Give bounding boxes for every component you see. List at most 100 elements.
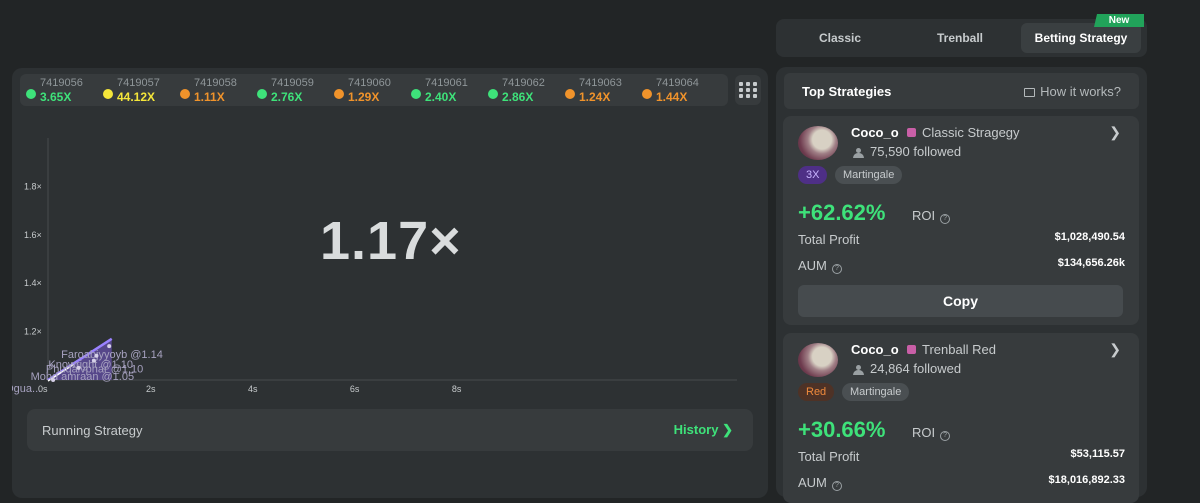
avatar	[798, 343, 838, 377]
followers-label: 24,864 followed	[870, 361, 962, 376]
round-id: 7419062	[502, 77, 545, 89]
tab-classic[interactable]: Classic	[780, 23, 900, 53]
top-strategies-title: Top Strategies	[802, 84, 892, 99]
current-multiplier: 1.17×	[320, 211, 462, 271]
y-tick-label: 1.2×	[24, 327, 42, 337]
status-dot-icon	[334, 89, 344, 99]
strategy-type-label: Trenball Red	[922, 342, 996, 357]
aum-label-text: AUM	[798, 258, 827, 273]
strategy-type: Classic Stragegy	[907, 125, 1020, 140]
followers-count: 24,864 followed	[853, 361, 961, 376]
status-dot-icon	[26, 89, 36, 99]
x-tick-label: 8s	[452, 384, 462, 394]
strategy-panel: Top Strategies How it works? Coco_o Clas…	[776, 67, 1147, 503]
help-icon[interactable]: ?	[940, 214, 951, 224]
total-profit-value: $1,028,490.54	[1054, 231, 1125, 243]
cashout-point	[51, 378, 56, 382]
status-dot-icon	[257, 89, 267, 99]
strategy-username: Coco_o	[851, 342, 899, 357]
aum-value: $134,656.26k	[1057, 257, 1125, 269]
round-id: 7419061	[425, 77, 468, 89]
help-icon[interactable]: ?	[940, 431, 951, 441]
new-badge: New	[1094, 14, 1144, 27]
strategy-card[interactable]: Coco_o Trenball Red ❯ 24,864 followed Re…	[783, 333, 1139, 503]
round-multiplier: 2.86X	[502, 90, 534, 104]
game-panel: 7419056 3.65X 7419057 44.12X 7419058 1.11X 741…	[12, 68, 768, 498]
y-tick-label: 1.8×	[24, 181, 42, 191]
cube-icon	[907, 345, 916, 354]
running-strategy-bar: Running Strategy History ❯	[27, 409, 753, 451]
x-tick-label: 2s	[146, 384, 156, 394]
help-icon[interactable]: ?	[831, 481, 842, 491]
chevron-right-icon[interactable]: ❯	[1109, 341, 1121, 358]
x-tick-label: 4s	[248, 384, 258, 394]
total-profit-value: $53,115.57	[1070, 448, 1125, 460]
how-it-works-link[interactable]: How it works?	[1024, 84, 1121, 99]
running-strategy-label: Running Strategy	[42, 423, 143, 438]
users-icon	[853, 148, 865, 158]
followers-label: 75,590 followed	[870, 144, 962, 159]
status-dot-icon	[642, 89, 652, 99]
round-id: 7419063	[579, 77, 622, 89]
x-tick-label: 6s	[350, 384, 360, 394]
cashout-label: Ogua...	[12, 383, 41, 395]
chevron-right-icon: ❯	[722, 422, 733, 437]
roi-value: +62.62%	[798, 200, 886, 225]
game-mode-tabs: Classic Trenball Betting Strategy	[776, 19, 1147, 57]
status-dot-icon	[411, 89, 421, 99]
tab-trenball[interactable]: Trenball	[900, 23, 1020, 53]
status-dot-icon	[180, 89, 190, 99]
round-multiplier: 2.40X	[425, 90, 457, 104]
aum-label: AUM?	[798, 258, 842, 274]
cashout-point	[94, 353, 99, 358]
strategy-tag: Martingale	[835, 166, 903, 184]
strategy-card[interactable]: Coco_o Classic Stragegy ❯ 75,590 followe…	[783, 116, 1139, 325]
y-tick-label: 1.6×	[24, 230, 42, 240]
round-multiplier: 1.29X	[348, 90, 380, 104]
strategy-type: Trenball Red	[907, 342, 996, 357]
followers-count: 75,590 followed	[853, 144, 961, 159]
status-dot-icon	[488, 89, 498, 99]
roi-label-text: ROI	[912, 425, 936, 440]
avatar	[798, 126, 838, 160]
tab-betting-strategy[interactable]: Betting Strategy	[1021, 23, 1141, 53]
roi-label: ROI?	[912, 425, 951, 441]
cashout-point	[76, 365, 81, 370]
top-strategies-header: Top Strategies How it works?	[784, 73, 1139, 109]
round-id: 7419056	[40, 77, 83, 89]
history-grid-button[interactable]	[735, 75, 761, 105]
total-profit-label: Total Profit	[798, 232, 860, 247]
users-icon	[853, 365, 865, 375]
help-icon[interactable]: ?	[831, 264, 842, 274]
how-it-works-label: How it works?	[1040, 84, 1121, 99]
round-multiplier: 2.76X	[271, 90, 303, 104]
round-multiplier: 1.24X	[579, 90, 611, 104]
aum-label: AUM?	[798, 475, 842, 491]
cashout-point	[107, 344, 112, 349]
round-multiplier: 3.65X	[40, 90, 72, 104]
book-icon	[1024, 88, 1036, 97]
strategy-type-label: Classic Stragegy	[922, 125, 1020, 140]
roi-label-text: ROI	[912, 208, 936, 223]
round-id: 7419060	[348, 77, 391, 89]
cashout-label: Mohd amraan @1.05	[31, 371, 135, 383]
strategy-tag: Red	[798, 383, 835, 401]
chevron-right-icon[interactable]: ❯	[1109, 124, 1121, 141]
y-tick-label: 1.4×	[24, 278, 42, 288]
strategy-username: Coco_o	[851, 125, 899, 140]
history-link-label: History	[673, 422, 719, 437]
history-link[interactable]: History ❯	[674, 422, 733, 438]
total-profit-label: Total Profit	[798, 449, 860, 464]
roi-label: ROI?	[912, 208, 951, 224]
round-multiplier: 1.11X	[194, 90, 225, 104]
round-multiplier: 1.44X	[656, 90, 688, 104]
cashout-point	[91, 358, 96, 363]
cube-icon	[907, 128, 916, 137]
round-id: 7419059	[271, 77, 314, 89]
roi-value: +30.66%	[798, 417, 886, 442]
copy-button[interactable]: Copy	[798, 285, 1123, 317]
crash-history-bar: 7419056 3.65X 7419057 44.12X 7419058 1.11X 741…	[20, 74, 728, 106]
round-id: 7419057	[117, 77, 160, 89]
status-dot-icon	[103, 89, 113, 99]
strategy-tag: Martingale	[842, 383, 910, 401]
